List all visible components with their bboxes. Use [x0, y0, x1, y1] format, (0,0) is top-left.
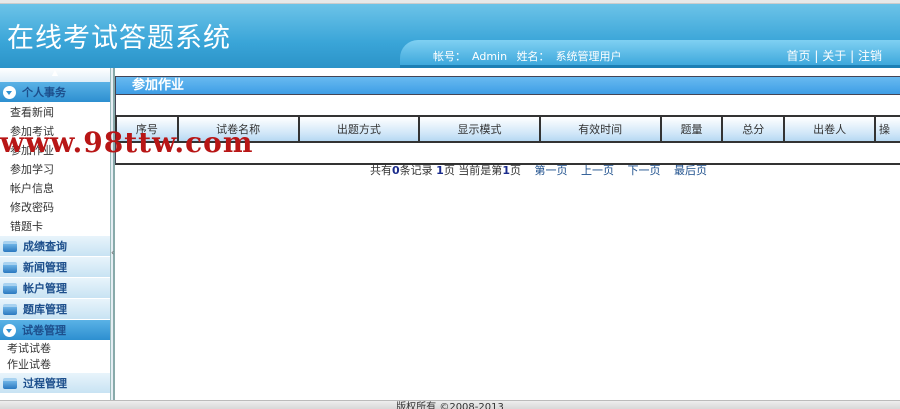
sidebar-group-scores[interactable]: 成绩查询: [0, 236, 110, 257]
sidebar-item-homework-papers[interactable]: 作业试卷: [0, 357, 110, 373]
sidebar-group-question-bank[interactable]: 题库管理: [0, 299, 110, 320]
first-page-link[interactable]: 第一页: [534, 164, 567, 177]
main-content: 参加作业 序号 试卷名称 出题方式 显示模式 有效时间 题量 总分 出卷人 操 …: [115, 68, 900, 400]
footer: 版权所有 ©2008-2013: [0, 400, 900, 409]
sidebar-item-exam-papers[interactable]: 考试试卷: [0, 341, 110, 357]
panel-title: 参加作业: [115, 76, 900, 95]
next-page-link[interactable]: 下一页: [627, 164, 660, 177]
header: 在线考试答题系统 帐号： Admin 姓名： 系统管理用户 首页 | 关于 | 注销: [0, 4, 900, 68]
col-author: 出卷人: [783, 115, 876, 143]
group-label: 试卷管理: [22, 324, 66, 337]
separator: |: [850, 49, 855, 63]
pagination: 共有0条记录 1页 当前是第1页 第一页 上一页 下一页 最后页: [370, 162, 707, 178]
col-question-count: 题量: [659, 115, 724, 143]
page-count: 1: [436, 164, 444, 177]
sidebar-item-study[interactable]: 参加学习: [0, 160, 110, 179]
group-label: 帐户管理: [23, 282, 67, 295]
folder-icon: [3, 282, 17, 294]
group-label: 个人事务: [22, 86, 66, 99]
sidebar: ▲ 个人事务 查看新闻 参加考试 参加作业 参加学习 帐户信息 修改密码 错题卡…: [0, 68, 110, 400]
prev-page-link[interactable]: 上一页: [581, 164, 614, 177]
folder-icon: [3, 303, 17, 315]
current-page: 1: [502, 164, 510, 177]
logout-link[interactable]: 注销: [858, 49, 882, 63]
sidebar-group-process[interactable]: 过程管理: [0, 373, 110, 394]
col-total-score: 总分: [721, 115, 786, 143]
col-actions: 操: [873, 115, 900, 143]
name-value: 系统管理用户: [555, 50, 622, 63]
sidebar-item-account-info[interactable]: 帐户信息: [0, 179, 110, 198]
group-label: 题库管理: [23, 303, 67, 316]
record-count: 0: [392, 164, 400, 177]
group-label: 过程管理: [23, 377, 67, 390]
sidebar-item-wrong-cards[interactable]: 错题卡: [0, 217, 110, 236]
account-label: 帐号：: [433, 50, 466, 63]
chevron-down-icon: [3, 323, 16, 337]
col-valid-time: 有效时间: [538, 115, 662, 143]
sidebar-group-news[interactable]: 新闻管理: [0, 257, 110, 278]
sidebar-group-papers[interactable]: 试卷管理: [0, 320, 110, 341]
collapse-up-button[interactable]: ▲: [0, 68, 110, 82]
pager-text: 页: [509, 164, 521, 177]
pager-text: 条记录: [399, 164, 433, 177]
collapse-left-icon[interactable]: ‹: [111, 248, 114, 257]
sidebar-item-view-news[interactable]: 查看新闻: [0, 103, 110, 122]
separator: |: [814, 49, 819, 63]
pager-text: 页 当前是第: [443, 164, 503, 177]
folder-icon: [3, 240, 17, 252]
app-title: 在线考试答题系统: [7, 23, 231, 54]
group-label: 新闻管理: [23, 261, 67, 274]
about-link[interactable]: 关于: [822, 49, 846, 63]
col-display-mode: 显示模式: [418, 115, 541, 143]
sidebar-group-accounts[interactable]: 帐户管理: [0, 278, 110, 299]
user-bar: 帐号： Admin 姓名： 系统管理用户 首页 | 关于 | 注销: [400, 40, 900, 68]
home-link[interactable]: 首页: [787, 49, 811, 63]
sidebar-item-change-password[interactable]: 修改密码: [0, 198, 110, 217]
last-page-link[interactable]: 最后页: [674, 164, 707, 177]
name-label: 姓名：: [516, 50, 550, 63]
folder-icon: [3, 377, 17, 389]
chevron-down-icon: [3, 85, 16, 99]
group-label: 成绩查询: [23, 240, 67, 253]
col-question-mode: 出题方式: [297, 115, 421, 143]
watermark: www.98ttw.com: [0, 126, 254, 159]
pager-text: 共有: [370, 164, 392, 177]
sidebar-group-personal[interactable]: 个人事务: [0, 82, 110, 103]
account-value: Admin: [472, 50, 508, 63]
folder-icon: [3, 261, 17, 273]
